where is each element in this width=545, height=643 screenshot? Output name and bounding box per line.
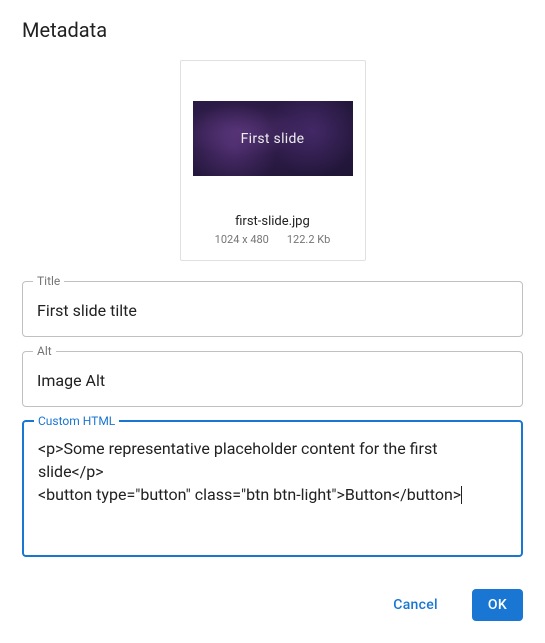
preview-filename: first-slide.jpg bbox=[235, 214, 310, 229]
preview-meta: 1024 x 480 122.2 Kb bbox=[215, 233, 331, 246]
preview-slide-label: First slide bbox=[241, 131, 305, 147]
alt-label: Alt bbox=[33, 345, 56, 357]
dialog-actions: Cancel OK bbox=[377, 589, 523, 621]
title-label: Title bbox=[33, 275, 64, 287]
alt-input[interactable] bbox=[23, 357, 522, 406]
preview-dimensions: 1024 x 480 bbox=[215, 233, 269, 246]
page-title: Metadata bbox=[22, 18, 523, 42]
custom-html-input[interactable]: <p>Some representative placeholder conte… bbox=[24, 427, 521, 555]
preview-thumbnail: First slide bbox=[193, 101, 353, 176]
cancel-button[interactable]: Cancel bbox=[377, 589, 454, 621]
ok-button[interactable]: OK bbox=[472, 589, 523, 621]
custom-html-label: Custom HTML bbox=[34, 415, 119, 427]
title-input[interactable] bbox=[23, 287, 522, 336]
preview-container: First slide first-slide.jpg 1024 x 480 1… bbox=[22, 60, 523, 261]
custom-html-field[interactable]: Custom HTML <p>Some representative place… bbox=[22, 415, 523, 557]
alt-field[interactable]: Alt bbox=[22, 345, 523, 407]
title-field[interactable]: Title bbox=[22, 275, 523, 337]
preview-filesize: 122.2 Kb bbox=[287, 233, 330, 246]
preview-card: First slide first-slide.jpg 1024 x 480 1… bbox=[180, 60, 366, 261]
